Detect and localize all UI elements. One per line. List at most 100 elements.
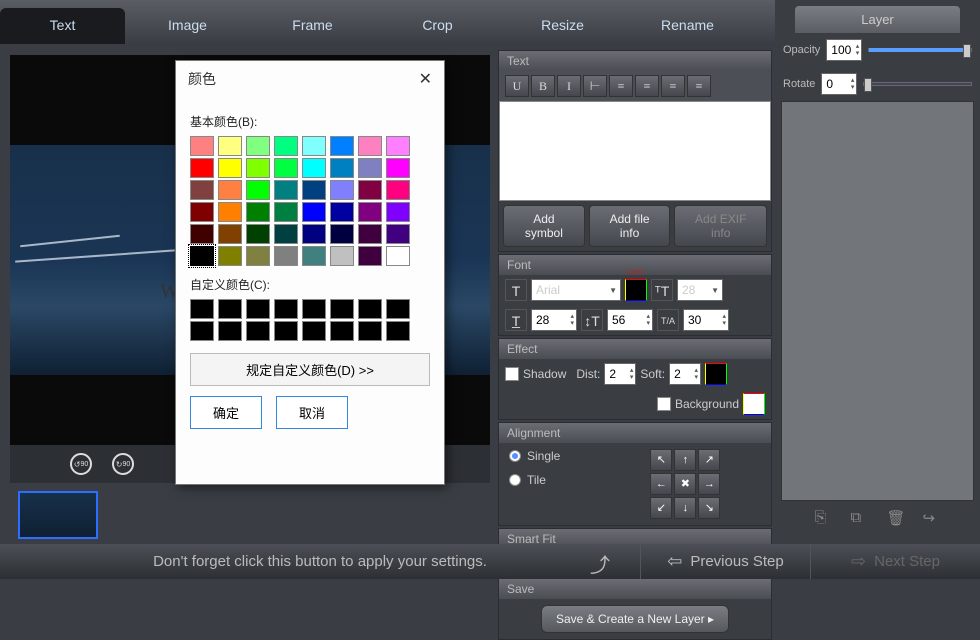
basic-color-swatch[interactable] <box>330 136 354 156</box>
add-file-info-button[interactable]: Add file info <box>589 205 671 247</box>
basic-color-swatch[interactable] <box>330 224 354 244</box>
basic-color-swatch[interactable] <box>386 136 410 156</box>
custom-color-swatch[interactable] <box>274 299 298 319</box>
shadow-checkbox[interactable] <box>505 367 519 381</box>
align-position-button[interactable]: → <box>698 473 720 495</box>
italic-button[interactable]: I <box>557 75 581 97</box>
custom-color-swatch[interactable] <box>218 321 242 341</box>
basic-color-swatch[interactable] <box>302 224 326 244</box>
basic-color-swatch[interactable] <box>190 180 214 200</box>
shadow-color-picker[interactable] <box>705 363 727 385</box>
basic-color-swatch[interactable] <box>386 202 410 222</box>
basic-color-swatch[interactable] <box>330 246 354 266</box>
basic-color-swatch[interactable] <box>302 180 326 200</box>
line-height-spinner[interactable]: 28 <box>531 309 577 331</box>
tracking-spinner[interactable]: 56 <box>607 309 653 331</box>
align-position-button[interactable]: ↖ <box>650 449 672 471</box>
rotate-right-button[interactable]: ↻90 <box>112 453 134 475</box>
custom-color-swatch[interactable] <box>302 321 326 341</box>
basic-color-swatch[interactable] <box>246 180 270 200</box>
basic-color-swatch[interactable] <box>358 246 382 266</box>
custom-color-swatch[interactable] <box>330 299 354 319</box>
basic-color-swatch[interactable] <box>302 136 326 156</box>
basic-color-swatch[interactable] <box>190 224 214 244</box>
custom-color-swatch[interactable] <box>302 299 326 319</box>
single-radio[interactable] <box>509 450 521 462</box>
indent-button[interactable]: ⊢ <box>583 75 607 97</box>
layer-tab[interactable]: Layer <box>795 6 960 33</box>
align-left-button[interactable]: ≡ <box>609 75 633 97</box>
close-icon[interactable]: ✕ <box>419 69 432 89</box>
basic-color-swatch[interactable] <box>190 246 214 266</box>
next-step-button[interactable]: ⇨ Next Step <box>810 544 980 579</box>
align-position-button[interactable]: ← <box>650 473 672 495</box>
basic-color-swatch[interactable] <box>274 246 298 266</box>
background-checkbox[interactable] <box>657 397 671 411</box>
basic-color-swatch[interactable] <box>274 202 298 222</box>
basic-color-swatch[interactable] <box>274 136 298 156</box>
tab-image[interactable]: Image <box>125 8 250 44</box>
align-position-button[interactable]: ✖ <box>674 473 696 495</box>
shadow-dist-spinner[interactable]: 2 <box>604 363 636 385</box>
basic-color-swatch[interactable] <box>386 246 410 266</box>
opacity-spinner[interactable]: 100 <box>826 39 862 61</box>
basic-color-swatch[interactable] <box>274 180 298 200</box>
basic-color-swatch[interactable] <box>190 136 214 156</box>
rotate-slider[interactable] <box>863 82 972 86</box>
custom-color-swatch[interactable] <box>190 321 214 341</box>
rotate-spinner[interactable]: 0 <box>821 73 857 95</box>
shadow-soft-spinner[interactable]: 2 <box>669 363 701 385</box>
add-symbol-button[interactable]: Add symbol <box>503 205 585 247</box>
align-position-button[interactable]: ↓ <box>674 497 696 519</box>
basic-color-swatch[interactable] <box>190 158 214 178</box>
custom-color-swatch[interactable] <box>358 299 382 319</box>
align-position-button[interactable]: ↗ <box>698 449 720 471</box>
basic-color-swatch[interactable] <box>302 246 326 266</box>
text-input-area[interactable] <box>499 101 771 201</box>
align-right-button[interactable]: ≡ <box>661 75 685 97</box>
basic-color-swatch[interactable] <box>330 180 354 200</box>
duplicate-layer-icon[interactable]: ⧉ <box>851 509 869 527</box>
export-layer-icon[interactable]: ↪ <box>923 509 941 527</box>
tab-text[interactable]: Text <box>0 8 125 44</box>
align-justify-button[interactable]: ≡ <box>687 75 711 97</box>
define-custom-color-button[interactable]: 规定自定义颜色(D) >> <box>190 353 430 386</box>
basic-color-swatch[interactable] <box>246 158 270 178</box>
basic-color-swatch[interactable] <box>218 224 242 244</box>
custom-color-swatch[interactable] <box>386 321 410 341</box>
thumbnail-1[interactable] <box>18 491 98 539</box>
align-position-button[interactable]: ↑ <box>674 449 696 471</box>
basic-color-swatch[interactable] <box>386 180 410 200</box>
basic-color-swatch[interactable] <box>302 158 326 178</box>
custom-color-swatch[interactable] <box>358 321 382 341</box>
font-color-picker[interactable] <box>625 279 647 301</box>
bold-button[interactable]: B <box>531 75 555 97</box>
tab-rename[interactable]: Rename <box>625 8 750 44</box>
custom-color-swatch[interactable] <box>386 299 410 319</box>
custom-color-swatch[interactable] <box>330 321 354 341</box>
basic-color-swatch[interactable] <box>330 202 354 222</box>
custom-color-swatch[interactable] <box>190 299 214 319</box>
layer-list[interactable] <box>781 101 974 501</box>
basic-color-swatch[interactable] <box>246 224 270 244</box>
basic-color-swatch[interactable] <box>218 136 242 156</box>
opacity-slider[interactable] <box>868 48 972 52</box>
basic-color-swatch[interactable] <box>386 224 410 244</box>
tile-radio[interactable] <box>509 474 521 486</box>
cancel-button[interactable]: 取消 <box>276 396 348 429</box>
background-color-picker[interactable] <box>743 393 765 415</box>
save-create-layer-button[interactable]: Save & Create a New Layer ▸ <box>541 605 729 633</box>
tab-resize[interactable]: Resize <box>500 8 625 44</box>
basic-color-swatch[interactable] <box>386 158 410 178</box>
basic-color-swatch[interactable] <box>302 202 326 222</box>
font-size-select[interactable]: 28 <box>677 279 723 301</box>
align-position-button[interactable]: ↙ <box>650 497 672 519</box>
basic-color-swatch[interactable] <box>358 224 382 244</box>
font-family-select[interactable]: Arial <box>531 279 621 301</box>
custom-color-swatch[interactable] <box>274 321 298 341</box>
add-layer-icon[interactable]: ⎘ <box>815 509 833 527</box>
tab-crop[interactable]: Crop <box>375 8 500 44</box>
basic-color-swatch[interactable] <box>358 180 382 200</box>
basic-color-swatch[interactable] <box>218 180 242 200</box>
basic-color-swatch[interactable] <box>246 136 270 156</box>
